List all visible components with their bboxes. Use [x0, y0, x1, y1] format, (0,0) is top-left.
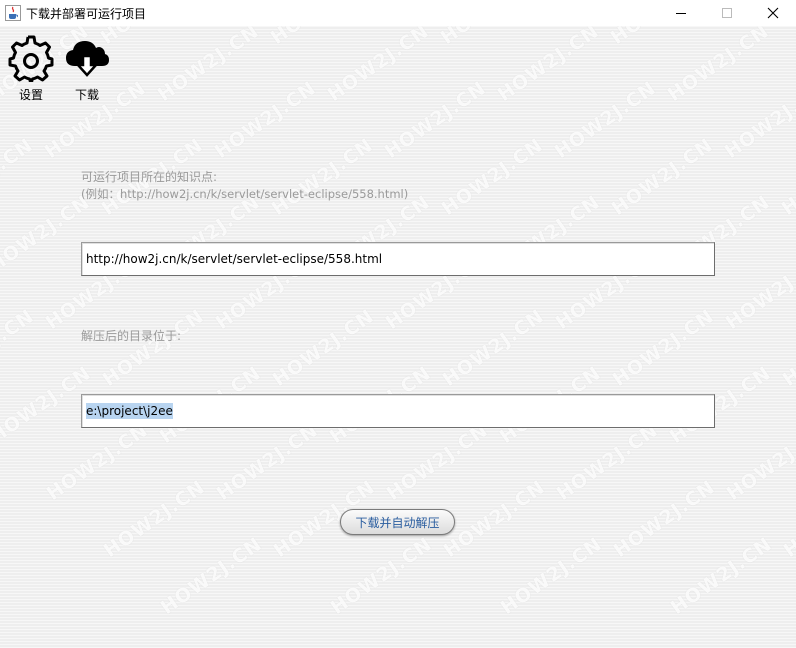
close-icon — [767, 7, 779, 19]
watermark-text: HOW2J.CN — [720, 77, 796, 164]
window-title: 下载并部署可运行项目 — [26, 6, 147, 21]
watermark-text: HOW2J.CN — [607, 26, 717, 49]
watermark-text: HOW2J.CN — [267, 134, 378, 221]
watermark-text: HOW2J.CN — [552, 419, 663, 506]
settings-button[interactable]: 设置 — [5, 34, 57, 104]
url-field-label: 可运行项目所在的知识点: — [81, 170, 218, 184]
download-button[interactable]: 下载 — [61, 34, 113, 104]
download-extract-button[interactable]: 下载并自动解压 — [340, 509, 455, 535]
watermark-text: HOW2J.CN — [607, 134, 718, 221]
watermark-text: HOW2J.CN — [97, 26, 207, 49]
settings-label: 设置 — [18, 88, 43, 102]
watermark-text: HOW2J.CN — [722, 419, 796, 506]
cloud-download-icon — [66, 41, 109, 77]
watermark-text: HOW2J.CN — [663, 26, 774, 107]
watermark-text: HOW2J.CN — [326, 533, 437, 620]
url-input-value: http://how2j.cn/k/servlet/servlet-eclips… — [86, 252, 383, 266]
watermark-text: HOW2J.CN — [153, 26, 264, 107]
watermark-text: HOW2J.CN — [609, 476, 720, 563]
window-controls — [658, 0, 796, 26]
java-cup-icon — [5, 5, 21, 21]
maximize-button[interactable] — [704, 0, 750, 26]
watermark-text: HOW2J.CN — [0, 134, 38, 221]
minimize-icon — [676, 13, 686, 14]
watermark-text: HOW2J.CN — [778, 305, 796, 392]
watermark-text: HOW2J.CN — [493, 26, 604, 107]
watermark-text: HOW2J.CN — [380, 77, 491, 164]
watermark-text: HOW2J.CN — [437, 134, 548, 221]
watermark-text: HOW2J.CN — [438, 305, 549, 392]
dir-input[interactable]: e:\project\j2ee — [81, 394, 715, 428]
main-panel: HOW2J.CN HOW2J.CN HOW2J.CN HOW2J.CN HOW2J.CN… — [0, 26, 796, 648]
watermark-text: HOW2J.CN — [608, 305, 719, 392]
close-button[interactable] — [750, 0, 796, 26]
watermark-text: HOW2J.CN — [382, 419, 493, 506]
minimize-button[interactable] — [658, 0, 704, 26]
dir-input-value: e:\project\j2ee — [86, 403, 173, 419]
watermark-text: HOW2J.CN — [156, 533, 267, 620]
watermark-text: HOW2J.CN — [777, 134, 796, 221]
dir-field-label: 解压后的目录位于: — [81, 329, 182, 343]
watermark-text: HOW2J.CN — [550, 77, 661, 164]
download-label: 下载 — [74, 88, 99, 102]
url-example-hint: (例如：http://how2j.cn/k/servlet/servlet-ec… — [81, 187, 409, 201]
watermark-text: HOW2J.CN — [779, 476, 796, 563]
watermark-text: HOW2J.CN — [267, 26, 377, 49]
watermark-text: HOW2J.CN — [210, 77, 321, 164]
url-input[interactable]: http://how2j.cn/k/servlet/servlet-eclips… — [81, 242, 715, 276]
watermark-text: HOW2J.CN — [496, 533, 607, 620]
gear-icon — [8, 35, 54, 82]
watermark-text: HOW2J.CN — [98, 305, 209, 392]
watermark-text: HOW2J.CN — [437, 26, 547, 49]
title-bar[interactable]: 下载并部署可运行项目 — [0, 0, 796, 27]
maximize-icon — [722, 8, 732, 18]
watermark-text: HOW2J.CN — [42, 419, 153, 506]
watermark-text: HOW2J.CN — [268, 305, 379, 392]
watermark-text: HOW2J.CN — [323, 26, 434, 107]
watermark-text: HOW2J.CN — [439, 476, 550, 563]
watermark-text: HOW2J.CN — [212, 419, 323, 506]
watermark-text: HOW2J.CN — [721, 248, 796, 335]
watermark-text: HOW2J.CN — [0, 305, 39, 392]
watermark-text: HOW2J.CN — [99, 476, 210, 563]
watermark-text: HOW2J.CN — [666, 533, 777, 620]
